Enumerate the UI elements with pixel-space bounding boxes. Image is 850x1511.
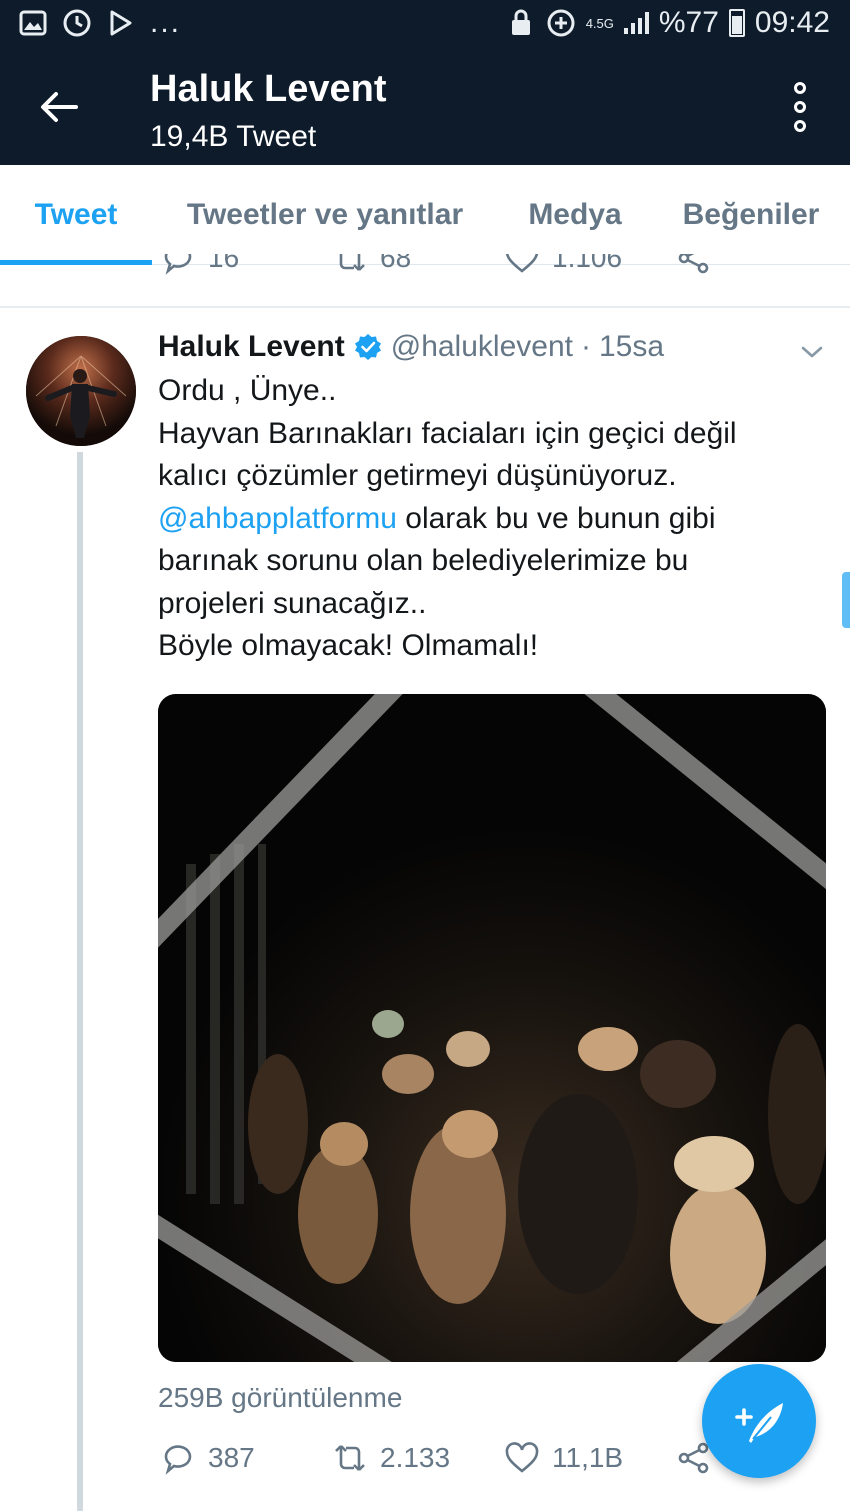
reply-icon (164, 1445, 192, 1475)
retweet-icon (339, 254, 365, 271)
share-icon (678, 254, 709, 274)
author-handle[interactable]: @haluklevent (391, 330, 573, 364)
tweet-line: projeleri sunacağız.. (158, 586, 427, 620)
heart-icon (505, 1442, 539, 1473)
tweet-actions: 387 2.133 11,1B (158, 1440, 718, 1484)
like-count: 11,1B (552, 1442, 624, 1473)
lock-notification-icon (506, 8, 536, 38)
network-type: 4.5G (585, 15, 614, 31)
battery-icon (728, 9, 745, 37)
data-saver-icon (546, 8, 576, 38)
status-bar-right: 4.5G %77 09:42 (506, 6, 830, 40)
gallery-icon (18, 8, 48, 38)
status-bar-left: ... (18, 8, 181, 38)
reply-button[interactable]: 387 (160, 1440, 255, 1476)
battery-percent: %77 (658, 6, 719, 39)
tab-tweets-and-replies[interactable]: Tweetler ve yanıtlar (152, 165, 498, 265)
more-options-icon[interactable] (790, 82, 810, 132)
retweet-count: 2.133 (380, 1442, 451, 1473)
tweet-line-rest: olarak bu ve bunun gibi (396, 501, 716, 535)
reply-icon (164, 254, 192, 275)
previous-tweet-actions: 16 68 1.106 (0, 254, 850, 284)
like-button[interactable]: 1.106 (504, 254, 622, 276)
author-name[interactable]: Haluk Levent (158, 330, 345, 364)
like-button[interactable]: 11,1B (504, 1440, 623, 1476)
retweet-count: 68 (380, 254, 412, 273)
tab-likes[interactable]: Beğeniler (652, 165, 850, 265)
tweet-text: Ordu , Ünye.. Hayvan Barınakları faciala… (158, 370, 818, 668)
tweet-header: Haluk Levent @haluklevent · 15sa (158, 330, 664, 364)
status-bar: ... 4.5G %77 09:42 (0, 0, 850, 52)
retweet-button[interactable]: 68 (332, 254, 411, 276)
tweet-count: 19,4B Tweet (150, 120, 317, 153)
verified-badge-icon (354, 334, 381, 360)
view-count: 259B görüntülenme (158, 1382, 403, 1413)
tab-tweet[interactable]: Tweet (0, 165, 152, 265)
reply-count: 387 (208, 1442, 255, 1473)
tweet-line: Böyle olmayacak! Olmamalı! (158, 629, 539, 662)
tweet-line: kalıcı çözümler getirmeyi düşünüyoruz. (158, 459, 677, 492)
heart-icon (505, 254, 539, 273)
tweet-media-video[interactable] (158, 694, 826, 1362)
compose-tweet-button[interactable] (702, 1364, 816, 1478)
share-button[interactable] (676, 254, 712, 276)
reply-button[interactable]: 16 (160, 254, 239, 276)
profile-tabs: Tweet Tweetler ve yanıtlar Medya Beğenil… (0, 165, 850, 265)
chevron-down-icon[interactable] (798, 338, 826, 366)
avatar[interactable] (26, 336, 136, 446)
mention-link[interactable]: @ahbapplatformu (158, 502, 397, 535)
back-arrow-icon[interactable] (36, 84, 82, 130)
like-count: 1.106 (552, 254, 623, 273)
retweet-button[interactable]: 2.133 (332, 1440, 450, 1476)
tweet-line: @ahbapplatformu olarak bu ve bunun gibi (158, 498, 818, 541)
play-store-icon (106, 8, 136, 38)
retweet-icon (335, 1445, 365, 1471)
thread-line (77, 452, 83, 1511)
tweet-line: Hayvan Barınakları faciaları için geçici… (158, 416, 737, 450)
meta-separator: · (580, 330, 591, 363)
clock-time: 09:42 (754, 6, 830, 39)
signal-icon (623, 12, 649, 34)
app-bar: Haluk Levent 19,4B Tweet (0, 52, 850, 165)
tweet-divider (0, 306, 850, 308)
reply-count: 16 (208, 254, 240, 273)
tweet-line: Ordu , Ünye.. (158, 374, 337, 407)
profile-title: Haluk Levent (150, 68, 387, 110)
tab-media[interactable]: Medya (498, 165, 652, 265)
tweet-line: barınak sorunu olan belediyelerimize bu (158, 544, 689, 577)
status-overflow: ... (150, 6, 182, 39)
compose-feather-icon (735, 1403, 783, 1443)
clock-icon (62, 8, 92, 38)
tweet-time: 15sa (598, 330, 665, 363)
scroll-indicator[interactable] (842, 572, 850, 628)
